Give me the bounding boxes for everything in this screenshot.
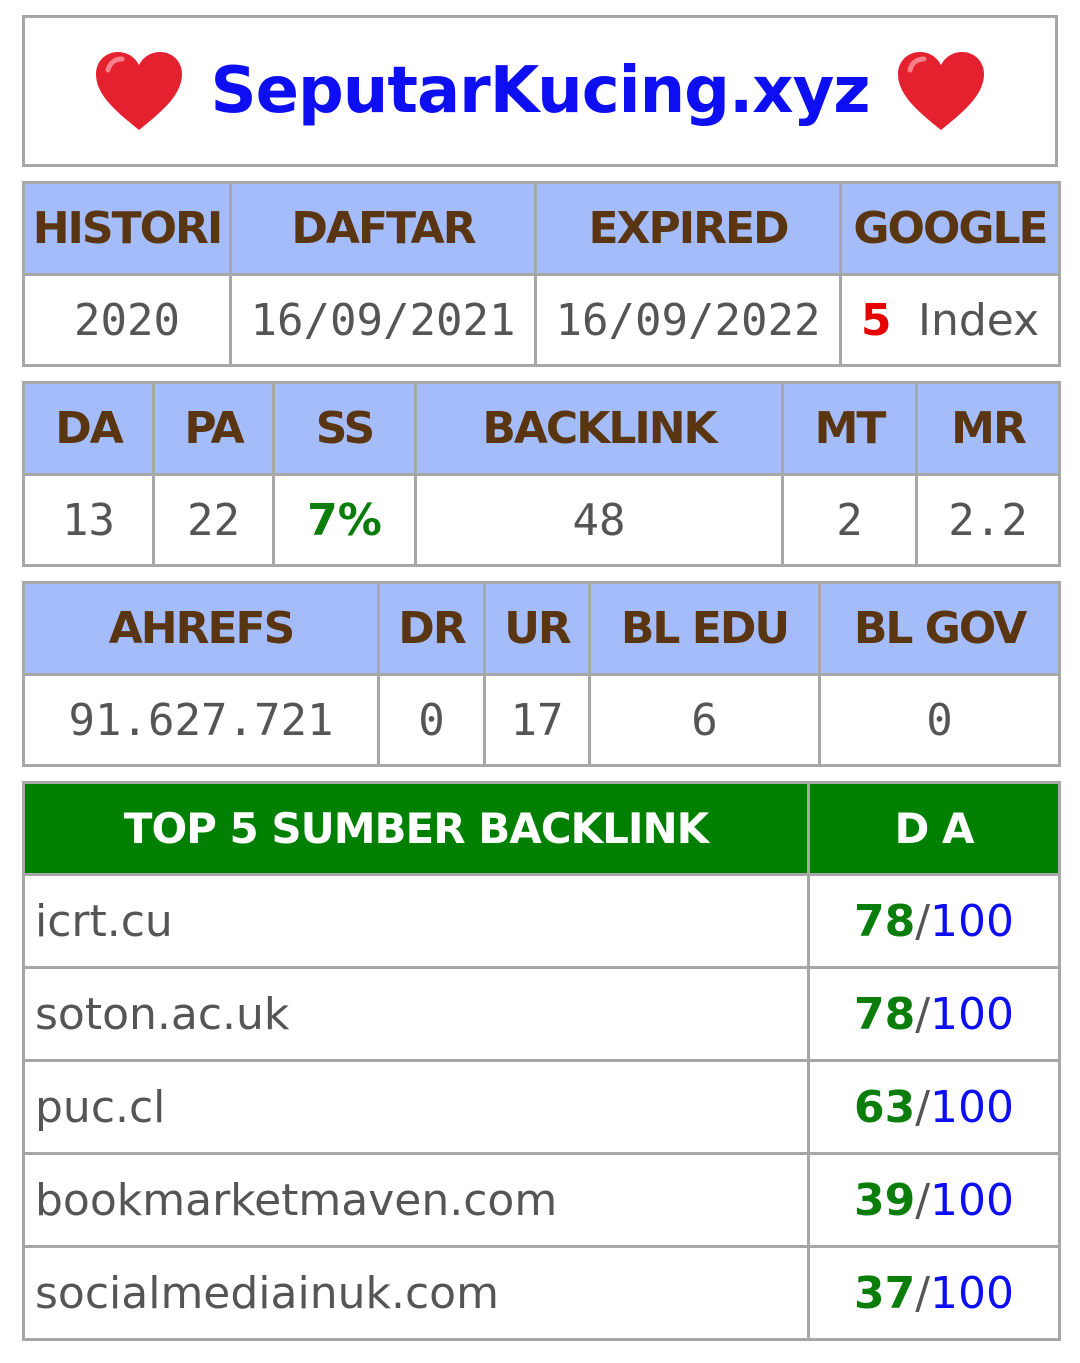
- table-row: socialmediainuk.com 37/100: [22, 1245, 1061, 1341]
- source-da-score: 39/100: [807, 1152, 1061, 1248]
- table-header-row: DA PA SS BACKLINK MT MR: [22, 381, 1061, 476]
- source-site: bookmarketmaven.com: [22, 1152, 810, 1248]
- table-header-row: AHREFS DR UR BL EDU BL GOV: [22, 581, 1061, 676]
- google-index-label: Index: [917, 294, 1040, 346]
- dr-value: 0: [377, 673, 486, 767]
- mr-value: 2.2: [915, 473, 1061, 567]
- top-backlink-sources-table: TOP 5 SUMBER BACKLINK D A icrt.cu 78/100…: [22, 781, 1061, 1341]
- header-ahrefs: AHREFS: [22, 581, 380, 676]
- header-top-sources: TOP 5 SUMBER BACKLINK: [22, 781, 810, 876]
- source-da-score: 37/100: [807, 1245, 1061, 1341]
- table-row: bookmarketmaven.com 39/100: [22, 1152, 1061, 1248]
- bl-edu-value: 6: [588, 673, 821, 767]
- table-row: icrt.cu 78/100: [22, 873, 1061, 969]
- ss-value: 7%: [272, 473, 417, 567]
- da-score-value: 39: [853, 1174, 916, 1226]
- site-name: SeputarKucing.xyz: [210, 54, 870, 128]
- header-expired: EXPIRED: [534, 181, 842, 276]
- metrics-table: DA PA SS BACKLINK MT MR 13 22 7% 48 2 2.…: [22, 381, 1061, 567]
- google-index-count: 5: [860, 294, 892, 346]
- header-histori: HISTORI: [22, 181, 232, 276]
- expired-value: 16/09/2022: [534, 273, 842, 367]
- table-row: 13 22 7% 48 2 2.2: [22, 473, 1061, 567]
- header-mt: MT: [781, 381, 918, 476]
- source-da-score: 78/100: [807, 873, 1061, 969]
- source-site: puc.cl: [22, 1059, 810, 1155]
- ss-percent: 7%: [307, 494, 382, 546]
- header-bl-gov: BL GOV: [818, 581, 1061, 676]
- source-da-score: 63/100: [807, 1059, 1061, 1155]
- red-heart-icon: [96, 52, 183, 130]
- domain-info-table: HISTORI DAFTAR EXPIRED GOOGLE 2020 16/09…: [22, 181, 1061, 367]
- source-site: socialmediainuk.com: [22, 1245, 810, 1341]
- da-score-separator: /: [915, 895, 931, 947]
- header-ss: SS: [272, 381, 417, 476]
- daftar-value: 16/09/2021: [229, 273, 537, 367]
- da-score-value: 63: [853, 1081, 916, 1133]
- pa-value: 22: [152, 473, 275, 567]
- red-heart-icon: [897, 52, 984, 130]
- da-score-max: 100: [930, 1174, 1015, 1226]
- da-score-separator: /: [915, 1267, 931, 1319]
- header-backlink: BACKLINK: [414, 381, 784, 476]
- da-score-max: 100: [930, 895, 1015, 947]
- da-score-max: 100: [930, 1267, 1015, 1319]
- header-dr: DR: [377, 581, 486, 676]
- table-row: 2020 16/09/2021 16/09/2022 5 Index: [22, 273, 1061, 367]
- da-score-max: 100: [930, 1081, 1015, 1133]
- site-title-box: SeputarKucing.xyz: [22, 15, 1058, 167]
- header-daftar: DAFTAR: [229, 181, 537, 276]
- table-header-row: HISTORI DAFTAR EXPIRED GOOGLE: [22, 181, 1061, 276]
- ahrefs-value: 91.627.721: [22, 673, 380, 767]
- ur-value: 17: [483, 673, 591, 767]
- header-pa: PA: [152, 381, 275, 476]
- table-row: puc.cl 63/100: [22, 1059, 1061, 1155]
- header-google: GOOGLE: [839, 181, 1061, 276]
- header-da: DA: [22, 381, 155, 476]
- da-score-separator: /: [915, 1081, 931, 1133]
- da-score-separator: /: [915, 1174, 931, 1226]
- histori-value: 2020: [22, 273, 232, 367]
- ahrefs-table: AHREFS DR UR BL EDU BL GOV 91.627.721 0 …: [22, 581, 1061, 767]
- header-bl-edu: BL EDU: [588, 581, 821, 676]
- report-container: SeputarKucing.xyz HISTORI DAFTAR EXPIRED…: [22, 15, 1061, 1341]
- bl-gov-value: 0: [818, 673, 1061, 767]
- table-row: soton.ac.uk 78/100: [22, 966, 1061, 1062]
- header-mr: MR: [915, 381, 1061, 476]
- da-score-max: 100: [930, 988, 1015, 1040]
- mt-value: 2: [781, 473, 918, 567]
- source-site: icrt.cu: [22, 873, 810, 969]
- header-ur: UR: [483, 581, 591, 676]
- source-da-score: 78/100: [807, 966, 1061, 1062]
- source-site: soton.ac.uk: [22, 966, 810, 1062]
- da-score-value: 78: [853, 988, 916, 1040]
- da-score-separator: /: [915, 988, 931, 1040]
- header-da-score: D A: [807, 781, 1061, 876]
- da-score-value: 78: [853, 895, 916, 947]
- google-index-value: 5 Index: [839, 273, 1061, 367]
- da-value: 13: [22, 473, 155, 567]
- backlink-value: 48: [414, 473, 784, 567]
- table-row: 91.627.721 0 17 6 0: [22, 673, 1061, 767]
- da-score-value: 37: [853, 1267, 916, 1319]
- table-header-row: TOP 5 SUMBER BACKLINK D A: [22, 781, 1061, 876]
